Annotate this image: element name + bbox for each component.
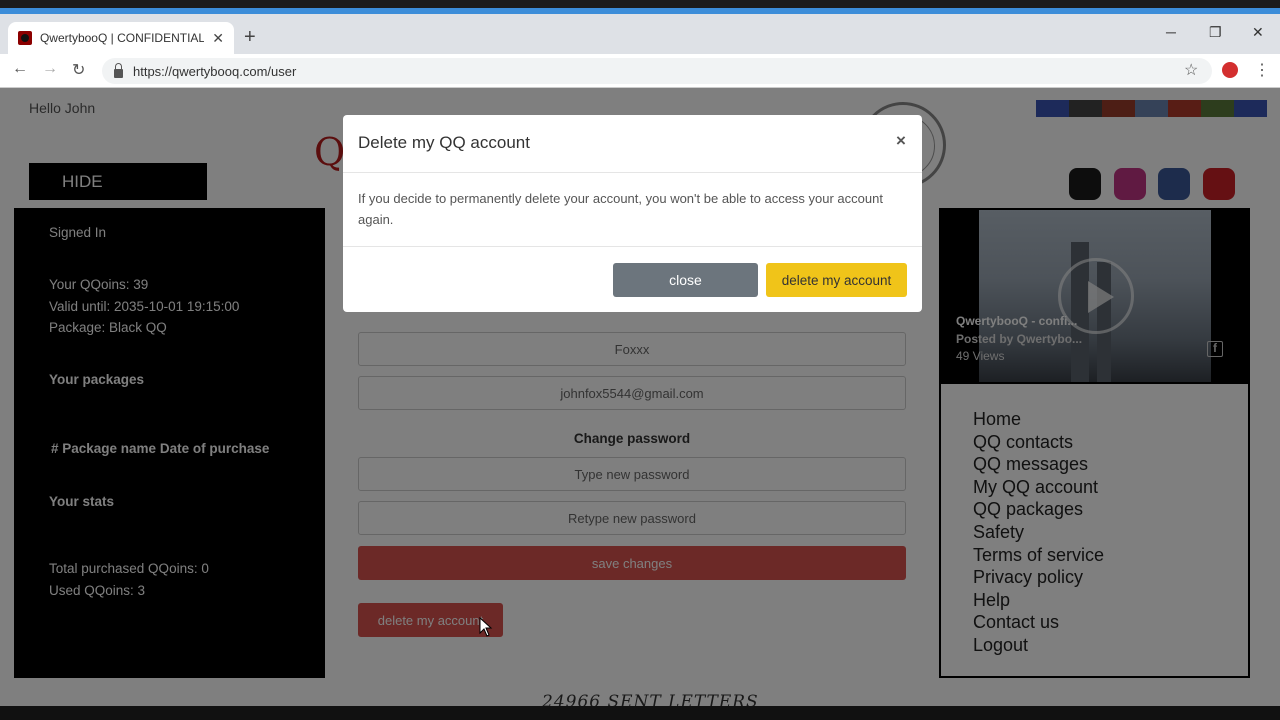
maximize-icon[interactable]: ❐ — [1209, 24, 1222, 41]
modal-title: Delete my QQ account — [358, 133, 530, 152]
delete-account-modal: Delete my QQ account × If you decide to … — [343, 115, 922, 312]
back-icon[interactable]: ← — [12, 60, 28, 78]
lock-icon — [114, 62, 123, 78]
window-close-icon[interactable]: ✕ — [1252, 24, 1264, 41]
modal-close-button[interactable]: close — [613, 263, 758, 297]
browser-menu-icon[interactable]: ⋮ — [1254, 60, 1270, 80]
bookmark-star-icon[interactable]: ☆ — [1184, 60, 1198, 80]
profile-icon[interactable] — [1222, 62, 1238, 78]
modal-close-icon[interactable]: × — [896, 131, 906, 151]
browser-tab[interactable]: QwertybooQ | CONFIDENTIAL W ✕ — [8, 22, 234, 54]
forward-icon[interactable]: → — [42, 60, 58, 78]
modal-footer: close delete my account — [343, 246, 922, 312]
new-tab-icon[interactable]: + — [244, 26, 256, 49]
reload-icon[interactable]: ↻ — [72, 60, 85, 80]
minimize-icon[interactable]: ─ — [1166, 24, 1176, 40]
window-titlebar — [0, 0, 1280, 14]
url-text: https://qwertybooq.com/user — [133, 63, 297, 79]
modal-body-text: If you decide to permanently delete your… — [358, 191, 883, 227]
tab-strip: QwertybooQ | CONFIDENTIAL W ✕ + ─ ❐ ✕ — [0, 14, 1280, 54]
modal-delete-button[interactable]: delete my account — [766, 263, 907, 297]
site-favicon-icon — [18, 31, 32, 45]
modal-header: Delete my QQ account × — [343, 115, 922, 173]
tab-close-icon[interactable]: ✕ — [212, 30, 224, 47]
bottom-bar — [0, 706, 1280, 720]
url-input[interactable]: https://qwertybooq.com/user — [102, 58, 1212, 84]
tab-title: QwertybooQ | CONFIDENTIAL W — [39, 31, 205, 45]
address-bar: ← → ↻ https://qwertybooq.com/user ☆ ⋮ — [0, 54, 1280, 88]
